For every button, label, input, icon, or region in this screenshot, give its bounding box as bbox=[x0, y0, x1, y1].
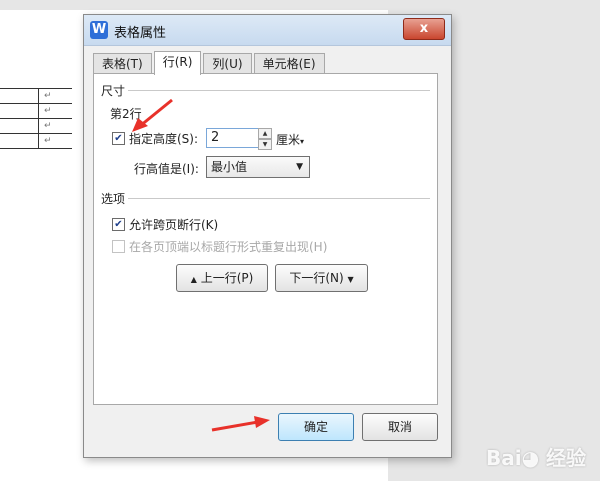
next-row-label: 下一行(N) bbox=[289, 271, 344, 285]
check-icon: ✔ bbox=[114, 133, 123, 144]
repeat-header-label: 在各页顶端以标题行形式重复出现(H) bbox=[129, 240, 328, 254]
close-icon: x bbox=[419, 21, 429, 36]
document-table[interactable]: ↵ ↵ ↵ ↵ bbox=[0, 88, 72, 149]
row-height-mode-select[interactable]: 最小值 ▼ bbox=[206, 156, 310, 178]
dialog-title: 表格属性 bbox=[114, 26, 167, 41]
annotation-arrow bbox=[211, 416, 270, 432]
check-icon: ✔ bbox=[114, 219, 123, 230]
section-divider bbox=[128, 90, 430, 91]
paragraph-mark: ↵ bbox=[44, 136, 52, 146]
dropdown-arrow-icon: ▾ bbox=[300, 137, 305, 146]
height-spinner: ▲ ▼ bbox=[258, 128, 272, 150]
previous-row-label: 上一行(P) bbox=[200, 271, 254, 285]
spin-down-icon[interactable]: ▼ bbox=[258, 139, 272, 150]
paragraph-mark: ↵ bbox=[44, 91, 52, 101]
dropdown-arrow-icon: ▼ bbox=[296, 162, 303, 172]
app-icon: W bbox=[90, 21, 108, 39]
tab-bar: 表格(T) 行(R) 列(U) 单元格(E) bbox=[93, 51, 327, 75]
ok-button[interactable]: 确定 bbox=[278, 413, 354, 441]
table-row[interactable]: ↵ bbox=[0, 133, 72, 149]
size-section-label: 尺寸 bbox=[101, 84, 126, 98]
tab-row[interactable]: 行(R) bbox=[153, 51, 202, 75]
tab-cell[interactable]: 单元格(E) bbox=[253, 53, 325, 74]
section-divider bbox=[128, 198, 430, 199]
options-section-label: 选项 bbox=[101, 192, 126, 206]
allow-break-label: 允许跨页断行(K) bbox=[129, 218, 219, 232]
tab-table[interactable]: 表格(T) bbox=[93, 53, 152, 74]
close-button[interactable]: x bbox=[403, 18, 445, 40]
dialog-titlebar[interactable]: W 表格属性 x bbox=[84, 15, 451, 46]
specify-height-checkbox[interactable]: ✔ bbox=[112, 132, 125, 145]
up-arrow-icon: ▲ bbox=[190, 275, 197, 284]
repeat-header-checkbox[interactable] bbox=[112, 240, 125, 253]
down-arrow-icon: ▼ bbox=[347, 275, 354, 284]
annotation-arrow bbox=[132, 98, 173, 132]
row-height-mode-value: 最小值 bbox=[211, 160, 248, 174]
unit-label: 厘米 bbox=[276, 133, 301, 147]
table-row[interactable]: ↵ bbox=[0, 118, 72, 133]
previous-row-button[interactable]: ▲ 上一行(P) bbox=[176, 264, 268, 292]
tab-column[interactable]: 列(U) bbox=[203, 53, 252, 74]
next-row-button[interactable]: 下一行(N) ▼ bbox=[275, 264, 368, 292]
table-properties-dialog: W 表格属性 x 表格(T) 行(R) 列(U) 单元格(E) 尺寸 第2行 ✔… bbox=[83, 14, 452, 458]
paragraph-mark: ↵ bbox=[44, 106, 52, 116]
cancel-button[interactable]: 取消 bbox=[362, 413, 438, 441]
unit-selector[interactable]: 厘米▾ bbox=[276, 131, 304, 148]
table-row[interactable]: ↵ bbox=[0, 88, 72, 103]
table-row[interactable]: ↵ bbox=[0, 103, 72, 118]
row-height-input[interactable]: 2 bbox=[206, 128, 266, 148]
allow-break-checkbox[interactable]: ✔ bbox=[112, 218, 125, 231]
row-height-mode-label: 行高值是(I): bbox=[134, 162, 199, 176]
paragraph-mark: ↵ bbox=[44, 121, 52, 131]
watermark-logo: Bai◕ 经验 bbox=[485, 446, 586, 470]
spin-up-icon[interactable]: ▲ bbox=[258, 128, 272, 139]
